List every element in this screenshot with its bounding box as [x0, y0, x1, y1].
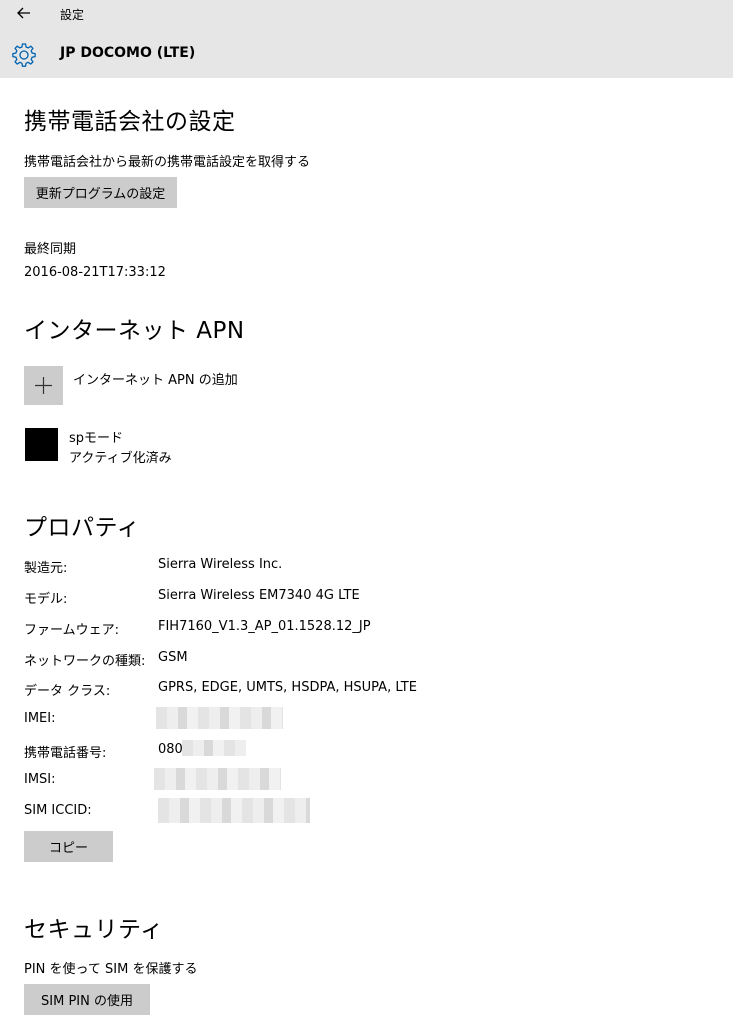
- property-label: ファームウェア:: [24, 623, 119, 638]
- property-label: モデル:: [24, 592, 68, 607]
- update-settings-button[interactable]: 更新プログラムの設定: [24, 177, 177, 208]
- property-label: データ クラス:: [24, 684, 111, 699]
- property-label: ネットワークの種類:: [24, 654, 146, 669]
- device-name: JP DOCOMO (LTE): [60, 45, 196, 61]
- back-arrow-icon[interactable]: [14, 3, 34, 23]
- property-value: Sierra Wireless Inc.: [158, 557, 283, 572]
- use-sim-pin-button[interactable]: SIM PIN の使用: [24, 984, 150, 1015]
- add-apn-label[interactable]: インターネット APN の追加: [73, 369, 238, 388]
- property-value: Sierra Wireless EM7340 4G LTE: [158, 588, 360, 603]
- properties-heading: プロパティ: [24, 515, 141, 541]
- property-value: GPRS, EDGE, UMTS, HSDPA, HSUPA, LTE: [158, 680, 417, 695]
- apn-item-status: アクティブ化済み: [69, 451, 172, 466]
- redacted-imei: [156, 707, 283, 729]
- title-bar: 設定: [0, 0, 733, 30]
- gear-icon: [12, 43, 36, 67]
- property-value: FIH7160_V1.3_AP_01.1528.12_JP: [158, 619, 371, 634]
- internet-apn-heading: インターネット APN: [24, 318, 245, 344]
- carrier-settings-heading: 携帯電話会社の設定: [24, 109, 236, 135]
- plus-icon: [35, 377, 52, 394]
- security-description: PIN を使って SIM を保護する: [24, 962, 198, 977]
- apn-item-tile[interactable]: [25, 428, 58, 461]
- property-label: 製造元:: [24, 561, 68, 576]
- property-value: 080: [158, 742, 183, 757]
- add-apn-button[interactable]: [24, 366, 63, 405]
- property-label: IMEI:: [24, 711, 56, 726]
- property-value: GSM: [158, 650, 188, 665]
- redacted-sim-iccid: [158, 798, 310, 823]
- last-sync-label: 最終同期: [24, 242, 77, 257]
- property-label: SIM ICCID:: [24, 803, 92, 818]
- apn-item-name[interactable]: spモード: [69, 427, 123, 446]
- header-bar: 設定 JP DOCOMO (LTE): [0, 0, 733, 78]
- property-label: IMSI:: [24, 772, 56, 787]
- security-heading: セキュリティ: [24, 917, 164, 943]
- copy-button[interactable]: コピー: [24, 831, 113, 862]
- property-label: 携帯電話番号:: [24, 746, 107, 761]
- redacted-imsi: [154, 768, 281, 790]
- carrier-description: 携帯電話会社から最新の携帯電話設定を取得する: [24, 155, 311, 170]
- last-sync-value: 2016-08-21T17:33:12: [24, 265, 166, 280]
- redacted-phone-number: [182, 740, 246, 756]
- window-title: 設定: [60, 8, 85, 22]
